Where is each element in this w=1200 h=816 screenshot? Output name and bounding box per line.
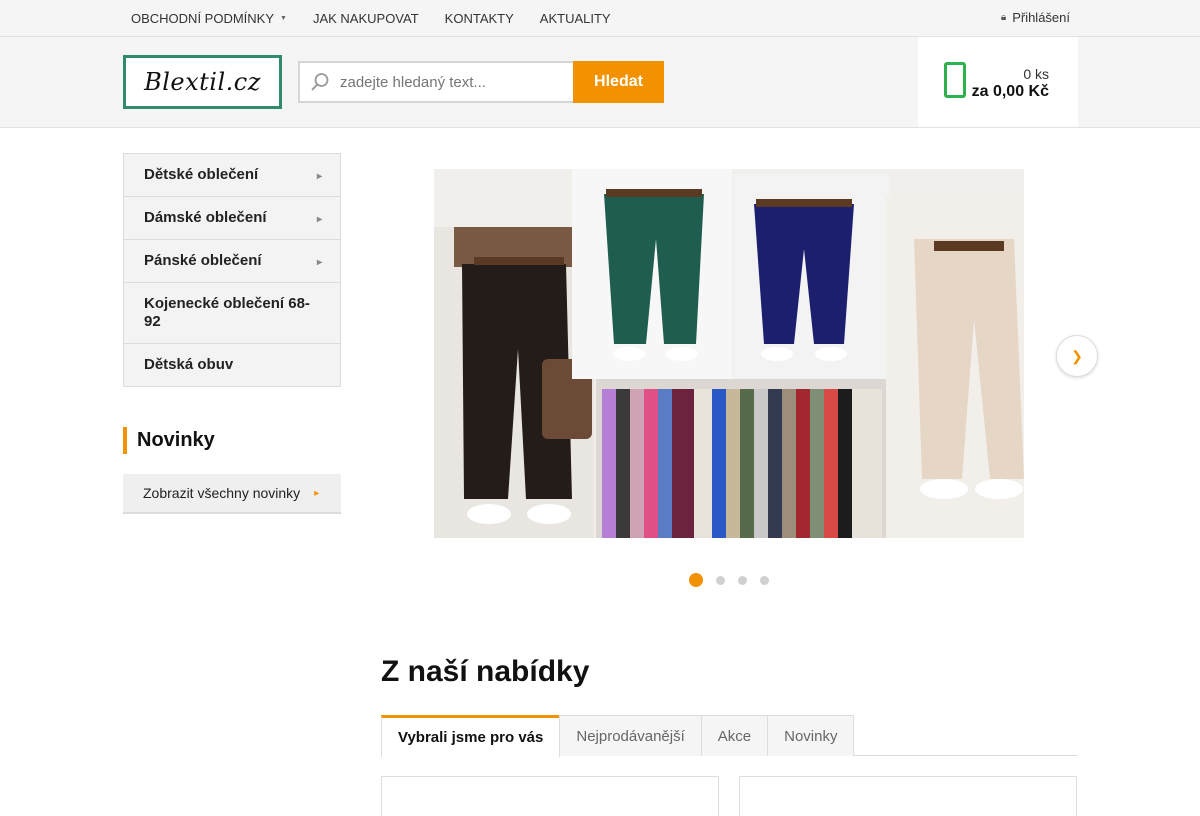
- cart-quantity: 0 ks: [1023, 66, 1049, 82]
- nav-label: KONTAKTY: [444, 10, 514, 26]
- category-item-kojenecke-obleceni[interactable]: Kojenecké oblečení 68-92: [124, 283, 340, 344]
- category-label: Kojenecké oblečení 68-92: [144, 295, 310, 330]
- category-item-detske-obleceni[interactable]: Dětské oblečení ▸: [124, 154, 340, 197]
- chevron-down-icon: ▼: [280, 14, 287, 22]
- slider-dots: [689, 573, 774, 587]
- search-icon: [300, 72, 340, 92]
- banner-illustration: [434, 169, 1024, 538]
- category-label: Dětské oblečení: [144, 166, 259, 183]
- tab-akce[interactable]: Akce: [700, 715, 769, 756]
- lock-icon: 🔒︎: [1000, 11, 1007, 23]
- header: Blextil.cz Hledat 0 ks za 0,00 Kč: [0, 37, 1200, 128]
- show-all-news-label: Zobrazit všechny novinky: [143, 485, 301, 501]
- tab-novinky[interactable]: Novinky: [767, 715, 855, 756]
- top-nav: OBCHODNÍ PODMÍNKY ▼ JAK NAKUPOVAT KONTAKT…: [118, 0, 624, 36]
- nav-aktuality[interactable]: AKTUALITY: [527, 0, 624, 36]
- slider-dot[interactable]: [760, 575, 769, 585]
- tab-nejprodavanejsi[interactable]: Nejprodávanější: [559, 715, 702, 756]
- category-item-panske-obleceni[interactable]: Pánské oblečení ▸: [124, 240, 340, 283]
- nav-kontakty[interactable]: KONTAKTY: [432, 0, 527, 36]
- cart[interactable]: 0 ks za 0,00 Kč: [918, 37, 1078, 127]
- nav-label: OBCHODNÍ PODMÍNKY: [131, 10, 275, 26]
- chevron-right-icon: ❯: [1071, 347, 1083, 364]
- nav-label: AKTUALITY: [539, 10, 611, 26]
- category-item-detska-obuv[interactable]: Dětská obuv: [124, 344, 340, 386]
- logo[interactable]: Blextil.cz: [123, 55, 282, 109]
- search-input[interactable]: [340, 73, 560, 91]
- chevron-right-icon: ▸: [316, 214, 322, 225]
- product-card[interactable]: [381, 776, 719, 816]
- slider-next-button[interactable]: ❯: [1056, 335, 1098, 377]
- logo-text: Blextil.cz: [144, 68, 261, 96]
- search-box[interactable]: [298, 61, 573, 103]
- offer-tabs: Vybrali jsme pro vás Nejprodávanější Akc…: [381, 715, 1078, 757]
- cart-total: za 0,00 Kč: [971, 83, 1049, 100]
- cart-icon: [944, 62, 966, 98]
- tab-vybrali-jsme-pro-vas[interactable]: Vybrali jsme pro vás: [381, 715, 561, 757]
- offer-heading: Z naší nabídky: [381, 655, 590, 688]
- chevron-right-icon: ▸: [316, 171, 322, 182]
- search-button[interactable]: Hledat: [573, 61, 664, 103]
- category-menu: Dětské oblečení ▸ Dámské oblečení ▸ Pánské…: [123, 153, 341, 387]
- show-all-news-button[interactable]: Zobrazit všechny novinky ▸: [123, 474, 341, 514]
- nav-jak-nakupovat[interactable]: JAK NAKUPOVAT: [300, 0, 432, 36]
- chevron-right-icon: ▸: [314, 487, 320, 499]
- nav-label: JAK NAKUPOVAT: [312, 10, 419, 26]
- slider-dot[interactable]: [689, 573, 703, 587]
- category-item-damske-obleceni[interactable]: Dámské oblečení ▸: [124, 197, 340, 240]
- login-link[interactable]: 🔒︎ Přihlášení: [1001, 0, 1070, 34]
- news-heading: Novinky: [123, 427, 215, 454]
- nav-obchodni-podminky[interactable]: OBCHODNÍ PODMÍNKY ▼: [118, 0, 300, 36]
- slider-dot[interactable]: [738, 575, 747, 585]
- chevron-right-icon: ▸: [316, 257, 322, 268]
- banner-slide-image[interactable]: [434, 169, 1024, 538]
- category-label: Dámské oblečení: [144, 209, 267, 226]
- search-form: Hledat: [298, 61, 664, 103]
- category-label: Dětská obuv: [144, 356, 234, 373]
- slider-dot[interactable]: [716, 575, 725, 585]
- top-bar: OBCHODNÍ PODMÍNKY ▼ JAK NAKUPOVAT KONTAKT…: [0, 0, 1200, 37]
- login-label: Přihlášení: [1012, 9, 1070, 25]
- product-card[interactable]: [739, 776, 1077, 816]
- category-label: Pánské oblečení: [144, 252, 262, 269]
